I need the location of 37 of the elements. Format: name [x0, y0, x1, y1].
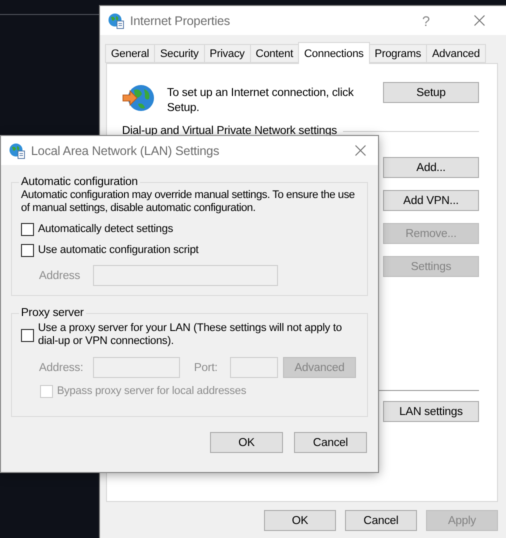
globe-document-icon [108, 12, 124, 28]
tab[interactable]: Content [250, 44, 300, 63]
info-text: Automatic configuration may override manual settings. To ensure the use of manual settings, disable automatic configuration. [21, 189, 356, 215]
field-label: Port: [194, 362, 219, 374]
tab[interactable]: Connections [298, 42, 370, 64]
connection-button[interactable]: Add VPN... [383, 190, 479, 211]
tab[interactable]: Privacy [204, 44, 251, 63]
dialog-button[interactable]: OK [210, 432, 283, 453]
checkbox-label: Automatically detect settings [38, 223, 174, 236]
group-title: Proxy server [20, 307, 85, 319]
checkbox-label: Use a proxy server for your LAN (These settings will not apply to dial-up or VPN connections). [38, 322, 343, 348]
dialog-button[interactable]: Cancel [345, 510, 417, 531]
checkbox-label: Use automatic configuration script [38, 244, 199, 257]
setup-button[interactable]: Setup [383, 82, 479, 103]
globe-document-icon [9, 142, 25, 158]
globe-arrow-icon [122, 83, 156, 113]
setup-text: To set up an Internet connection, click Setup. [167, 86, 355, 116]
close-icon[interactable] [474, 15, 484, 26]
tab[interactable]: Programs [368, 44, 428, 63]
checkbox[interactable] [21, 329, 34, 342]
section-heading: Dial-up and Virtual Private Network settings [122, 125, 337, 137]
tab[interactable]: Advanced [426, 44, 486, 63]
tab[interactable]: General [105, 44, 156, 63]
field-label: Address [39, 270, 82, 282]
lan-settings-button[interactable]: LAN settings [383, 401, 479, 422]
connection-button[interactable]: Add... [383, 157, 479, 178]
dialog-button[interactable]: Cancel [294, 432, 367, 453]
close-icon[interactable] [354, 145, 366, 156]
field-label: Address: [39, 362, 84, 374]
dialog-button[interactable]: OK [264, 510, 336, 531]
tab[interactable]: Security [154, 44, 205, 63]
window-title: Internet Properties [130, 14, 231, 28]
group-title: Automatic configuration [20, 176, 139, 188]
checkbox[interactable] [21, 244, 34, 257]
checkbox-label: Bypass proxy server for local addresses [57, 385, 246, 398]
checkbox[interactable] [21, 223, 34, 236]
dialog-title: Local Area Network (LAN) Settings [31, 144, 220, 158]
